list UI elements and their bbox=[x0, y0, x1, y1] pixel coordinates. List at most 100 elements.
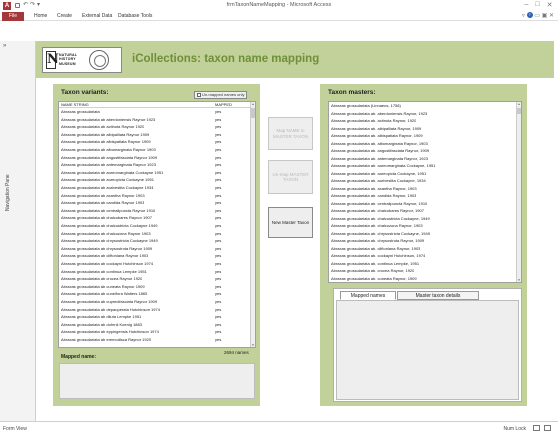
scroll-up-icon[interactable]: ▲ bbox=[517, 102, 521, 106]
variant-name: Abraxas grossulariata ab aureopicta Cock… bbox=[61, 177, 154, 183]
tab-file[interactable]: File bbox=[2, 12, 24, 21]
list-item[interactable]: Abraxas grossulariata ab cuneata Raynor … bbox=[59, 284, 255, 290]
list-item[interactable]: Abraxas grossulariata ab. axantha Raynor… bbox=[329, 186, 521, 192]
list-item[interactable]: Abraxas grossulariata yes bbox=[59, 109, 255, 115]
tab-database-tools[interactable]: Database Tools bbox=[118, 13, 152, 20]
list-item[interactable]: Abraxas grossulariata ab antemarginata R… bbox=[59, 162, 255, 168]
help-icon[interactable]: ? bbox=[526, 12, 533, 19]
list-item[interactable]: Abraxas grossulariata ab cockayni Hutchi… bbox=[59, 261, 255, 267]
ribbon-controls: ▿ ? ▭ ▣ ✕ bbox=[522, 12, 554, 19]
list-item[interactable]: Abraxas grossulariata ab. cockayni Hutch… bbox=[329, 253, 521, 259]
list-item[interactable]: Abraxas grossulariata ab. aberdoniensis … bbox=[329, 111, 521, 117]
list-item[interactable]: Abraxas grossulariata ab. cuneata Raynor… bbox=[329, 276, 521, 282]
doc-restore-icon[interactable]: ▣ bbox=[542, 13, 548, 19]
navigation-pane[interactable]: » Navigation Pane bbox=[0, 41, 36, 421]
list-item[interactable]: Abraxas grossulariata ab dohrnii Koenig … bbox=[59, 322, 255, 328]
list-item[interactable]: Abraxas grossulariata ab. albispatiata R… bbox=[329, 133, 521, 139]
unmap-button[interactable]: Un-map MASTER TAXON bbox=[268, 160, 313, 194]
list-item[interactable]: Abraxas grossulariata ab. chrysostrota R… bbox=[329, 238, 521, 244]
maximize-button[interactable]: □ bbox=[533, 1, 542, 8]
master-taxon-name: Abraxas grossulariata ab. chrysostricta … bbox=[331, 230, 430, 236]
list-item[interactable]: Abraxas grossulariata ab centralipuncta … bbox=[59, 208, 255, 214]
list-item[interactable]: Abraxas grossulariata ab aurivestita Coc… bbox=[59, 185, 255, 191]
checkbox-box[interactable] bbox=[197, 92, 201, 97]
list-item[interactable]: Abraxas grossulariata ab. aureopicta Coc… bbox=[329, 171, 521, 177]
new-master-taxon-button[interactable]: New Master Taxon bbox=[268, 207, 313, 238]
list-item[interactable]: Abraxas grossulariata ab. chrysostricta … bbox=[329, 231, 521, 237]
list-item[interactable]: Abraxas grossulariata ab. aurivestita Co… bbox=[329, 178, 521, 184]
tab-home[interactable]: Home bbox=[34, 13, 47, 20]
list-item[interactable]: Abraxas grossulariata ab eppingensis Hut… bbox=[59, 329, 255, 335]
list-item[interactable]: Abraxas grossulariata ab angustifasciata… bbox=[59, 155, 255, 161]
list-item[interactable]: Abraxas grossulariata (Linnaeus, 1758) bbox=[329, 103, 521, 109]
list-item[interactable]: Abraxas grossulariata ab albispatiata Ra… bbox=[59, 139, 255, 145]
form-view-icon[interactable] bbox=[533, 425, 540, 431]
list-item[interactable]: Abraxas grossulariata ab eremodisca Rayn… bbox=[59, 337, 255, 343]
variants-scrollbar[interactable]: ▲ ▼ bbox=[250, 102, 255, 347]
ribbon-collapse-icon[interactable]: ▿ bbox=[522, 13, 525, 19]
list-item[interactable]: Abraxas grossulariata ab actinota Raynor… bbox=[59, 124, 255, 130]
list-item[interactable]: Abraxas grossulariata ab. continua Lempk… bbox=[329, 261, 521, 267]
list-item[interactable]: Abraxas grossulariata ab aureomarginata … bbox=[59, 170, 255, 176]
list-item[interactable]: Abraxas grossulariata ab diluta Lempke 1… bbox=[59, 314, 255, 320]
list-item[interactable]: Abraxas grossulariata ab albomarginata R… bbox=[59, 147, 255, 153]
tab-create[interactable]: Create bbox=[57, 13, 72, 20]
scroll-down-icon[interactable]: ▼ bbox=[517, 278, 521, 282]
scroll-down-icon[interactable]: ▼ bbox=[251, 343, 255, 347]
mapped-name-field[interactable] bbox=[59, 363, 255, 399]
list-item[interactable]: Abraxas grossulariata ab. aureomarginata… bbox=[329, 163, 521, 169]
list-item[interactable]: Abraxas grossulariata ab albipalliata Ra… bbox=[59, 132, 255, 138]
list-item[interactable]: Abraxas grossulariata ab continua Lempke… bbox=[59, 269, 255, 275]
scrollbar-thumb[interactable] bbox=[517, 108, 521, 114]
doc-close-icon[interactable]: ✕ bbox=[549, 13, 554, 19]
list-item[interactable]: Abraxas grossulariata ab depauperata Hut… bbox=[59, 307, 255, 313]
masters-list[interactable]: Abraxas grossulariata (Linnaeus, 1758) Ab… bbox=[328, 101, 522, 283]
list-item[interactable]: Abraxas grossulariata ab. angustifasciat… bbox=[329, 148, 521, 154]
doc-minimize-icon[interactable]: ▭ bbox=[534, 13, 540, 19]
list-item[interactable]: Abraxas grossulariata ab. albipalliata R… bbox=[329, 126, 521, 132]
mapped-names-body[interactable] bbox=[336, 300, 519, 400]
list-item[interactable]: Abraxas grossulariata ab aureopicta Cock… bbox=[59, 177, 255, 183]
list-item[interactable]: Abraxas grossulariata ab chrysostricta C… bbox=[59, 238, 255, 244]
list-item[interactable]: Abraxas grossulariata ab. centralipuncta… bbox=[329, 201, 521, 207]
map-name-button[interactable]: Map NAME to MASTER TAXON bbox=[268, 117, 313, 150]
list-item[interactable]: Abraxas grossulariata ab. cliftoniana Ra… bbox=[329, 246, 521, 252]
close-button[interactable]: ✕ bbox=[545, 1, 554, 9]
variant-name: Abraxas grossulariata ab cockayni Hutchi… bbox=[61, 261, 154, 266]
list-item[interactable]: Abraxas grossulariata ab crocea Raynor 1… bbox=[59, 276, 255, 282]
list-item[interactable]: Abraxas grossulariata ab. chalcobares Ra… bbox=[329, 208, 521, 214]
master-taxon-name: Abraxas grossulariata ab. chalcozona Ray… bbox=[331, 223, 423, 228]
scrollbar-thumb[interactable] bbox=[251, 108, 255, 118]
tab-mapped-names[interactable]: Mapped names bbox=[340, 291, 396, 300]
scroll-up-icon[interactable]: ▲ bbox=[251, 102, 255, 106]
tab-external-data[interactable]: External Data bbox=[82, 13, 112, 20]
variant-mapped-value: yes bbox=[215, 154, 222, 160]
list-item[interactable]: Abraxas grossulariata ab chalcozona Rayn… bbox=[59, 231, 255, 237]
nav-pane-toggle-icon[interactable]: » bbox=[3, 43, 6, 49]
list-item[interactable]: Abraxas grossulariata ab. chalcozona Ray… bbox=[329, 223, 521, 229]
list-item[interactable]: Abraxas grossulariata ab axantha Raynor … bbox=[59, 193, 255, 199]
list-item[interactable]: Abraxas grossulariata ab cuneifora Walte… bbox=[59, 291, 255, 297]
variants-list[interactable]: NAME STRING MAPPED Abraxas grossulariata… bbox=[58, 101, 256, 348]
col-header-name-string[interactable]: NAME STRING bbox=[61, 102, 89, 108]
list-item[interactable]: Abraxas grossulariata ab. albomarginata … bbox=[329, 141, 521, 147]
list-item[interactable]: Abraxas grossulariata ab aberdoniensis R… bbox=[59, 117, 255, 123]
list-item[interactable]: Abraxas grossulariata ab. actinota Rayno… bbox=[329, 118, 521, 124]
col-header-mapped[interactable]: MAPPED bbox=[215, 102, 232, 108]
tab-master-taxon-details[interactable]: Master taxon details bbox=[397, 291, 479, 300]
variant-name: Abraxas grossulariata ab albipalliata Ra… bbox=[61, 131, 150, 137]
list-item[interactable]: Abraxas grossulariata ab. antemarginata … bbox=[329, 156, 521, 162]
list-item[interactable]: Abraxas grossulariata ab. crocea Raynor,… bbox=[329, 268, 521, 274]
minimize-button[interactable]: – bbox=[522, 1, 531, 8]
design-view-icon[interactable] bbox=[544, 425, 551, 431]
list-item[interactable]: Abraxas grossulariata ab cuprecifasciata… bbox=[59, 299, 255, 305]
unmapped-only-checkbox[interactable]: Un-mapped names only bbox=[194, 91, 248, 99]
list-item[interactable]: Abraxas grossulariata ab chalcobares Ray… bbox=[59, 215, 255, 221]
list-item[interactable]: Abraxas grossulariata ab. chalcostricta … bbox=[329, 216, 521, 222]
list-item[interactable]: Abraxas grossulariata ab. candida Raynor… bbox=[329, 193, 521, 199]
list-item[interactable]: Abraxas grossulariata ab candida Raynor … bbox=[59, 200, 255, 206]
list-item[interactable]: Abraxas grossulariata ab cliftoniana Ray… bbox=[59, 253, 255, 259]
list-item[interactable]: Abraxas grossulariata ab chrysostrota Ra… bbox=[59, 246, 255, 252]
list-item[interactable]: Abraxas grossulariata ab chalcostricta C… bbox=[59, 223, 255, 229]
masters-scrollbar[interactable]: ▲ ▼ bbox=[516, 102, 521, 282]
